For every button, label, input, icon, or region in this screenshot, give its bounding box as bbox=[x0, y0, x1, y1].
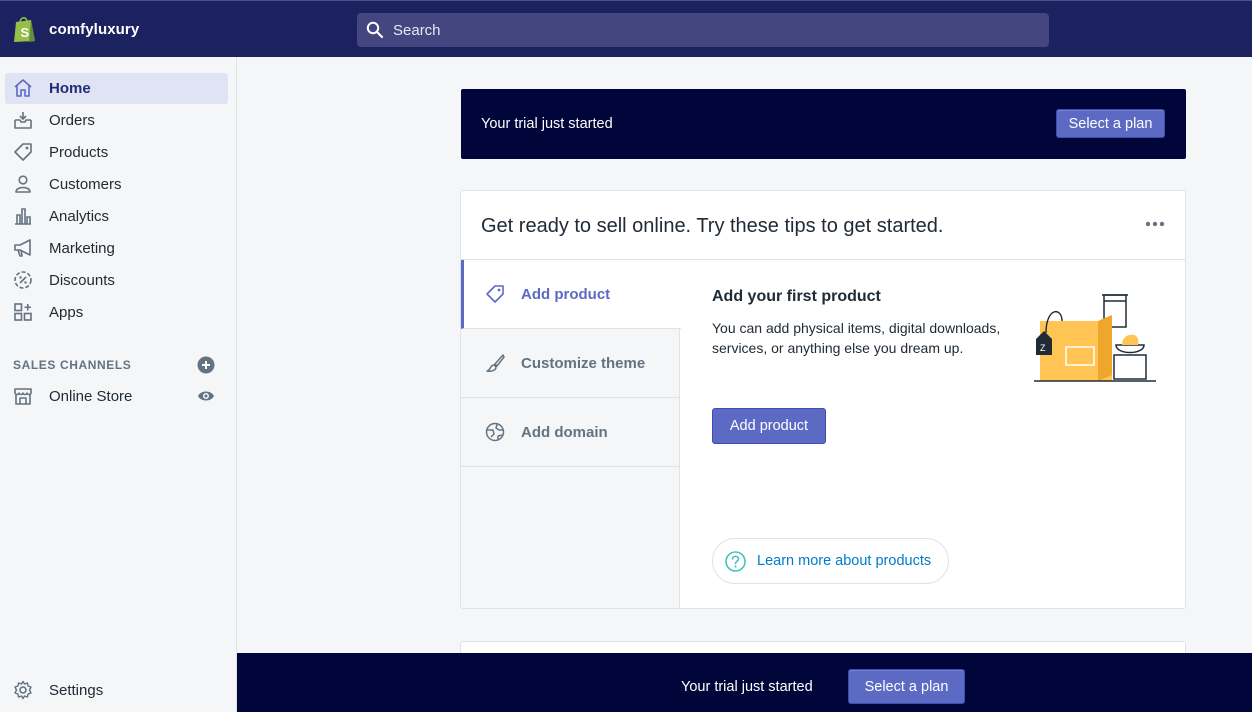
learn-more-button[interactable]: Learn more about products bbox=[712, 538, 949, 584]
sidebar-item-analytics[interactable]: Analytics bbox=[5, 201, 228, 232]
tips-list: Add product Customize theme Add domain bbox=[461, 260, 681, 608]
bar-chart-icon bbox=[15, 208, 31, 225]
sidebar-item-label: Customers bbox=[49, 176, 122, 193]
card-title: Get ready to sell online. Try these tips… bbox=[481, 215, 944, 237]
product-illustration-icon: Z bbox=[1034, 294, 1156, 382]
trial-text: Your trial just started bbox=[481, 116, 613, 132]
sidebar-item-settings[interactable]: Settings bbox=[5, 673, 228, 704]
sidebar-item-label: Apps bbox=[49, 304, 84, 321]
orders-icon bbox=[14, 112, 32, 129]
sidebar-item-products[interactable]: Products bbox=[5, 137, 228, 168]
learn-more-label: Learn more about products bbox=[757, 553, 932, 569]
megaphone-icon bbox=[14, 239, 31, 257]
sidebar-item-home[interactable]: Home bbox=[5, 73, 228, 104]
tip-add-product[interactable]: Add product bbox=[461, 260, 681, 329]
svg-text:S: S bbox=[21, 25, 30, 40]
tip-content: Add your first product bbox=[712, 288, 1012, 306]
sidebar-item-label: Online Store bbox=[49, 388, 133, 405]
help-circle-icon bbox=[725, 551, 746, 572]
search-input[interactable] bbox=[393, 13, 1033, 47]
search-icon bbox=[366, 21, 384, 39]
search-bar[interactable] bbox=[357, 13, 1049, 47]
trial-text: Your trial just started bbox=[681, 679, 813, 695]
sidebar-item-marketing[interactable]: Marketing bbox=[5, 233, 228, 264]
sidebar-item-label: Analytics bbox=[49, 208, 110, 225]
trial-banner: Your trial just started Select a plan bbox=[461, 89, 1186, 159]
store-brand[interactable]: S comfyluxury bbox=[12, 15, 139, 43]
sidebar-item-discounts[interactable]: Discounts bbox=[5, 265, 228, 296]
home-icon bbox=[14, 79, 32, 97]
eye-icon[interactable] bbox=[197, 389, 215, 403]
select-plan-button[interactable]: Select a plan bbox=[1056, 109, 1165, 138]
svg-text:Z: Z bbox=[1040, 343, 1046, 353]
add-product-button[interactable]: Add product bbox=[712, 408, 826, 444]
apps-icon bbox=[14, 303, 32, 321]
tip-label: Add product bbox=[521, 286, 611, 303]
tip-add-domain[interactable]: Add domain bbox=[461, 398, 680, 467]
sidebar-item-label: Home bbox=[49, 80, 91, 97]
top-bar: S comfyluxury bbox=[0, 0, 1252, 57]
sidebar-item-orders[interactable]: Orders bbox=[5, 105, 228, 136]
person-icon bbox=[15, 175, 31, 193]
more-options-icon[interactable] bbox=[1145, 221, 1165, 227]
tag-icon bbox=[14, 143, 32, 161]
discount-icon bbox=[14, 271, 32, 289]
settings-label: Settings bbox=[49, 682, 104, 699]
sidebar-item-apps[interactable]: Apps bbox=[5, 297, 228, 328]
bottom-trial-banner: Your trial just started Select a plan bbox=[237, 653, 1252, 712]
tip-heading: Add your first product bbox=[712, 288, 881, 305]
globe-icon bbox=[485, 422, 505, 442]
select-plan-button[interactable]: Select a plan bbox=[848, 669, 965, 704]
shopify-bag-icon: S bbox=[14, 17, 35, 42]
sidebar: Home Orders Products Customers Analytics… bbox=[0, 57, 237, 712]
sidebar-item-label: Orders bbox=[49, 112, 95, 129]
add-circle-icon[interactable] bbox=[197, 356, 215, 374]
sidebar-item-label: Products bbox=[49, 144, 109, 161]
brush-icon bbox=[486, 354, 505, 372]
sidebar-item-label: Discounts bbox=[49, 272, 115, 289]
gear-icon bbox=[14, 680, 32, 700]
store-name: comfyluxury bbox=[49, 20, 140, 38]
sidebar-item-label: Marketing bbox=[49, 240, 115, 257]
tips-card: Get ready to sell online. Try these tips… bbox=[460, 190, 1186, 609]
sales-channels-title: SALES CHANNELS bbox=[13, 358, 132, 372]
main-content: Your trial just started Select a plan Ge… bbox=[237, 57, 1252, 655]
tip-label: Add domain bbox=[521, 424, 608, 441]
tip-customize-theme[interactable]: Customize theme bbox=[461, 329, 680, 398]
sidebar-item-customers[interactable]: Customers bbox=[5, 169, 228, 200]
sidebar-item-online-store[interactable]: Online Store bbox=[5, 381, 228, 412]
tag-icon bbox=[486, 285, 504, 303]
store-icon bbox=[14, 388, 32, 405]
tip-label: Customize theme bbox=[521, 355, 646, 372]
tip-description: You can add physical items, digital down… bbox=[712, 320, 1001, 356]
